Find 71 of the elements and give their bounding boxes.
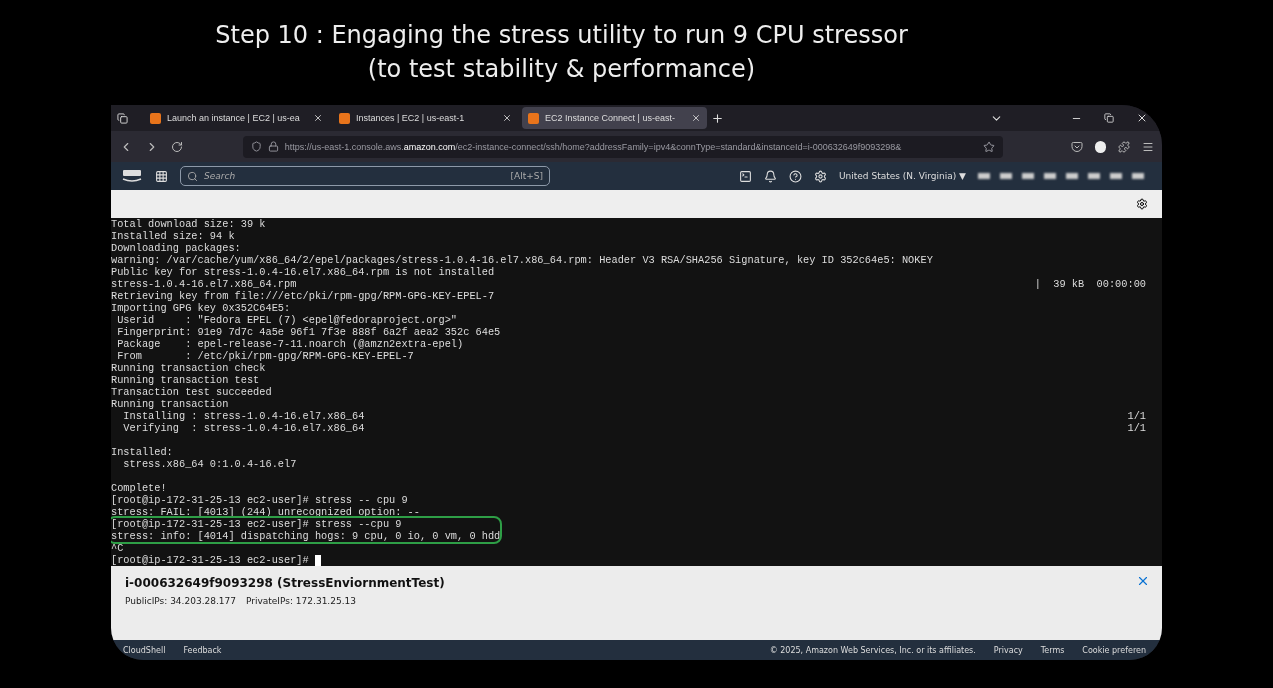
browser-tab[interactable]: Instances | EC2 | us-east-1 xyxy=(333,107,518,129)
search-field[interactable]: Search [Alt+S] xyxy=(180,166,550,186)
close-icon[interactable] xyxy=(1136,112,1148,124)
tab-close-icon[interactable] xyxy=(313,113,323,123)
terminal-line: Fingerprint: 91e9 7d7c 4a5e 96f1 7f3e 888f 6a2f aea2 352c 64e5 xyxy=(116,326,502,338)
private-ips: PrivateIPs: 172.31.25.13 xyxy=(246,596,356,606)
terminal-line: From : /etc/pki/rpm-gpg/RPM-GPG-KEY-EPEL-7 xyxy=(116,350,415,362)
public-ips: PublicIPs: 34.203.28.177 xyxy=(125,596,236,606)
tab-close-icon[interactable] xyxy=(691,113,701,123)
settings-icon[interactable] xyxy=(814,169,827,183)
terminal[interactable] xyxy=(111,218,1162,566)
terminal-line: [root@ip-172-31-25-13 ec2-user]# xyxy=(111,554,1162,566)
terminal-line: Installing : stress-1.0.4-16.el7.x86_64 xyxy=(122,410,366,422)
tab-close-icon[interactable] xyxy=(502,113,512,123)
search-icon xyxy=(187,170,198,182)
extensions-icon[interactable] xyxy=(1118,140,1130,153)
terminal-line: ^C xyxy=(111,542,125,554)
terminal-line: Total download size: 39 k xyxy=(111,218,267,230)
terminal-line: | 39 kB 00:00:00 xyxy=(1034,278,1147,290)
help-icon[interactable] xyxy=(789,169,802,183)
terminal-line: Running transaction xyxy=(111,398,230,410)
terminal-line: stress: info: [4014] dispatching hogs: 9 cpu, 0 io, 0 vm, 0 hdd xyxy=(111,530,502,542)
bookmark-star-icon[interactable] xyxy=(982,140,995,153)
pocket-icon[interactable] xyxy=(1071,140,1084,153)
footer-link[interactable]: Feedback xyxy=(183,645,222,655)
terminal-line: 1/1 xyxy=(1127,410,1147,422)
instance-title: i-000632649f9093298 (StressEnviornmentTest) xyxy=(125,576,445,590)
terminal-line: stress-1.0.4-16.el7.x86_64.rpm xyxy=(111,278,298,290)
terminal-line: Installed size: 94 k xyxy=(111,230,236,242)
favicon-icon xyxy=(150,112,161,124)
terminal-line: Complete! xyxy=(111,482,168,494)
favicon-icon xyxy=(528,112,539,124)
tab-list-icon[interactable] xyxy=(117,112,128,124)
terminal-line: warning: /var/cache/yum/x86_64/2/epel/packages/stress-1.0.4-16.el7.x86_64.rpm: Header V3 RSA/SHA256 Signature, key ID 352c64e5: NOKEY xyxy=(111,254,934,266)
terminal-line: Installed: xyxy=(111,446,174,458)
profile-avatar[interactable] xyxy=(1095,140,1106,153)
terminal-line: Importing GPG key 0x352C64E5: xyxy=(111,302,292,314)
address-bar[interactable]: https://us-east-1.console.aws.amazon.com/ec2-instance-connect/ssh/home?addressFamily=ipv4&connType=standard&instanceId=i-000632649f9093298& xyxy=(242,135,1003,158)
terminal-line: Running transaction check xyxy=(111,362,267,374)
slide-title: (to test stability & performance) xyxy=(367,54,756,85)
terminal-line: Public key for stress-1.0.4-16.el7.x86_64.rpm is not installed xyxy=(111,266,496,278)
apps-grid-icon[interactable] xyxy=(155,169,168,183)
terminal-line: Verifying : stress-1.0.4-16.el7.x86_64 xyxy=(122,422,366,434)
terminal-line: Userid : "Fedora EPEL (7) <epel@fedoraproject.org>" xyxy=(116,314,459,326)
browser-tab[interactable]: Launch an instance | EC2 | us-ea xyxy=(144,107,329,129)
terminal-line: stress.x86_64 0:1.0.4-16.el7 xyxy=(122,458,298,470)
footer-link[interactable]: Terms xyxy=(1040,645,1065,655)
slide-title: Step 10 : Engaging the stress utility to run 9 CPU stressor xyxy=(215,20,908,51)
copyright: © 2025, Amazon Web Services, Inc. or its affiliates. xyxy=(769,645,976,655)
terminal-icon[interactable] xyxy=(739,169,752,183)
menu-icon[interactable] xyxy=(1142,140,1154,153)
region-selector[interactable]: United States (N. Virginia) ▼ xyxy=(839,171,966,181)
new-tab-icon[interactable] xyxy=(711,111,724,125)
browser-tab[interactable]: EC2 Instance Connect | us-east- xyxy=(522,107,707,129)
terminal-line: Transaction test succeeded xyxy=(111,386,273,398)
restore-icon[interactable] xyxy=(1104,113,1114,123)
footer-link[interactable]: Privacy xyxy=(993,645,1023,655)
favicon-icon xyxy=(339,112,350,124)
footer-link[interactable]: CloudShell xyxy=(123,645,166,655)
terminal-line: [root@ip-172-31-25-13 ec2-user]# stress --cpu 9 xyxy=(111,518,403,530)
bell-icon[interactable] xyxy=(764,169,777,183)
terminal-line: [root@ip-172-31-25-13 ec2-user]# stress -- cpu 9 xyxy=(111,494,409,506)
lock-icon[interactable] xyxy=(267,141,279,152)
terminal-line: 1/1 xyxy=(1127,422,1147,434)
terminal-line: Downloading packages: xyxy=(111,242,242,254)
terminal-line: Package : epel-release-7-11.noarch (@amzn2extra-epel) xyxy=(116,338,465,350)
shield-icon[interactable] xyxy=(250,141,262,152)
terminal-line: Retrieving key from file:///etc/pki/rpm-gpg/RPM-GPG-KEY-EPEL-7 xyxy=(111,290,496,302)
terminal-line: Running transaction test xyxy=(111,374,261,386)
reload-icon[interactable] xyxy=(171,140,183,153)
footer-link[interactable]: Cookie preferen xyxy=(1082,645,1146,655)
